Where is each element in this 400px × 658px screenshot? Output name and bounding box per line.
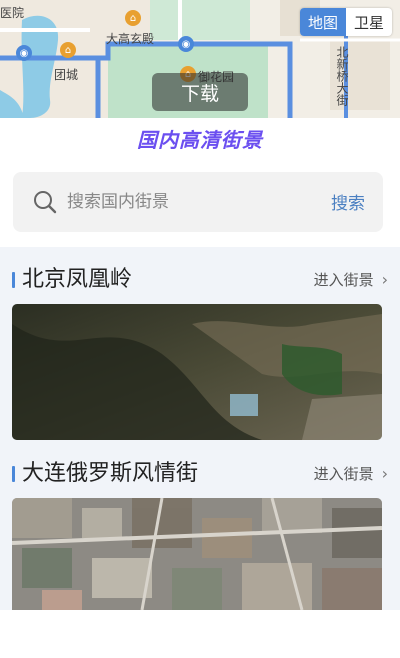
map-label-street: 北新桥大街 (335, 46, 349, 106)
accent-bar (12, 272, 15, 288)
section-header: 北京凤凰岭 进入街景 › (12, 265, 388, 295)
landmark-icon: ⌂ (125, 10, 141, 26)
map-label-tuancheng: 团城 (54, 68, 79, 82)
landmark-icon: ⌂ (60, 42, 76, 58)
section-title: 大连俄罗斯风情街 (22, 461, 199, 486)
enter-street-view-label: 进入街景 (313, 271, 374, 289)
satellite-image (12, 304, 382, 440)
accent-bar (12, 466, 15, 482)
section-header: 大连俄罗斯风情街 进入街景 › (12, 459, 388, 489)
search-bar[interactable]: 搜索 (13, 172, 383, 232)
satellite-view-tab[interactable]: 卫星 (346, 8, 392, 36)
map-label-dagaoxuan: 大高玄殿 (106, 32, 155, 46)
map-banner[interactable]: 医院 ◉ ⌂ 团城 ⌂ 大高玄殿 ◉ ⌂ 御花园 北新桥大街 地图 卫星 下载 (0, 0, 400, 118)
street-view-thumbnail[interactable] (12, 498, 382, 610)
street-view-thumbnail[interactable] (12, 304, 382, 440)
enter-street-view-link[interactable]: 进入街景 › (314, 459, 388, 489)
page-title: 国内高清街景 (137, 128, 263, 152)
pin-icon: ◉ (16, 45, 32, 61)
search-input[interactable] (67, 190, 297, 214)
enter-street-view-link[interactable]: 进入街景 › (314, 265, 388, 295)
map-view-tab[interactable]: 地图 (300, 8, 346, 36)
chevron-right-icon: › (381, 270, 388, 289)
map-type-toggle[interactable]: 地图 卫星 (300, 8, 392, 36)
satellite-image (12, 498, 382, 610)
enter-street-view-label: 进入街景 (313, 465, 374, 483)
section-title: 北京凤凰岭 (22, 267, 133, 292)
search-icon (34, 191, 57, 214)
street-view-list: 北京凤凰岭 进入街景 › 大连俄罗斯风情街 进入街景 › (0, 247, 400, 610)
download-button[interactable]: 下载 (152, 73, 248, 111)
search-button[interactable]: 搜索 (331, 189, 365, 214)
chevron-right-icon: › (381, 464, 388, 483)
map-label-hospital: 医院 (0, 6, 25, 20)
bus-stop-icon: ◉ (178, 36, 194, 52)
bottom-spacer (0, 610, 400, 658)
